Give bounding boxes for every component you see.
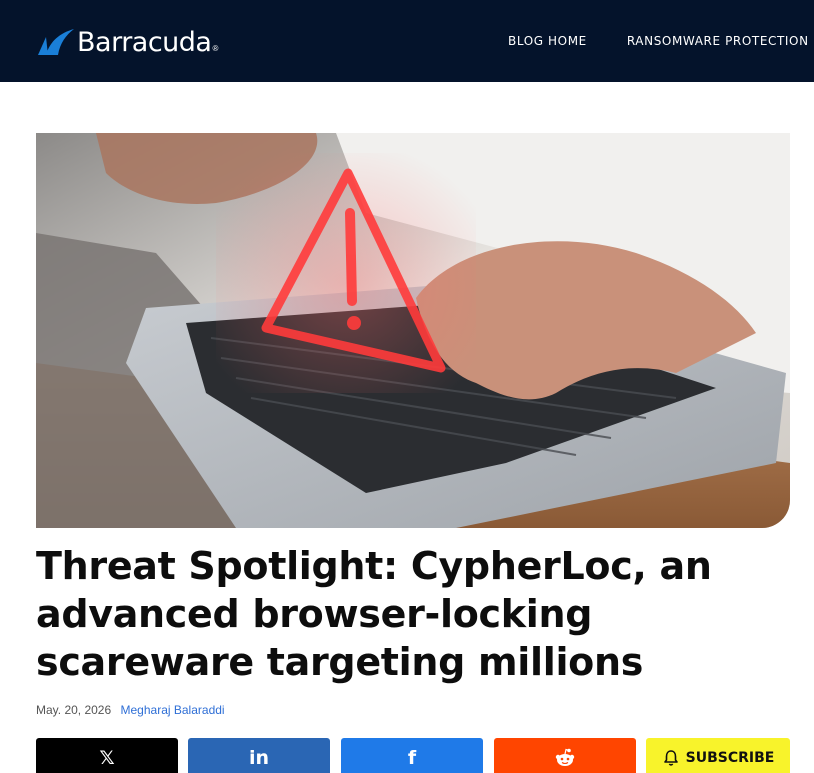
article-title: Threat Spotlight: CypherLoc, an advanced… — [36, 544, 712, 684]
facebook-icon: f — [407, 747, 417, 769]
main-nav: BLOG HOME RANSOMWARE PROTECTION — [508, 34, 814, 48]
site-header: Barracuda ® BLOG HOME RANSOMWARE PROTECT… — [0, 0, 814, 82]
publish-date: May. 20, 2026 — [36, 703, 112, 717]
brand-name: Barracuda — [77, 27, 212, 58]
article-meta: May. 20, 2026 Megharaj Balaraddi — [36, 703, 225, 717]
linkedin-icon: in — [248, 747, 270, 769]
share-x-button[interactable]: 𝕏 — [36, 738, 178, 773]
share-reddit-button[interactable] — [494, 738, 636, 773]
subscribe-label: SUBSCRIBE — [685, 750, 775, 766]
barracuda-logo[interactable]: Barracuda ® — [36, 27, 218, 59]
bell-icon — [663, 750, 678, 766]
share-facebook-button[interactable]: f — [341, 738, 483, 773]
hero-image — [36, 133, 790, 528]
nav-blog-home[interactable]: BLOG HOME — [508, 34, 587, 48]
author-link[interactable]: Megharaj Balaraddi — [121, 703, 225, 717]
share-linkedin-button[interactable]: in — [188, 738, 330, 773]
subscribe-button[interactable]: SUBSCRIBE — [646, 738, 790, 773]
x-icon: 𝕏 — [99, 747, 115, 769]
registered-mark: ® — [212, 44, 219, 53]
reddit-icon — [555, 748, 575, 766]
barracuda-fin-icon — [38, 29, 74, 55]
nav-ransomware-protection[interactable]: RANSOMWARE PROTECTION — [627, 34, 809, 48]
